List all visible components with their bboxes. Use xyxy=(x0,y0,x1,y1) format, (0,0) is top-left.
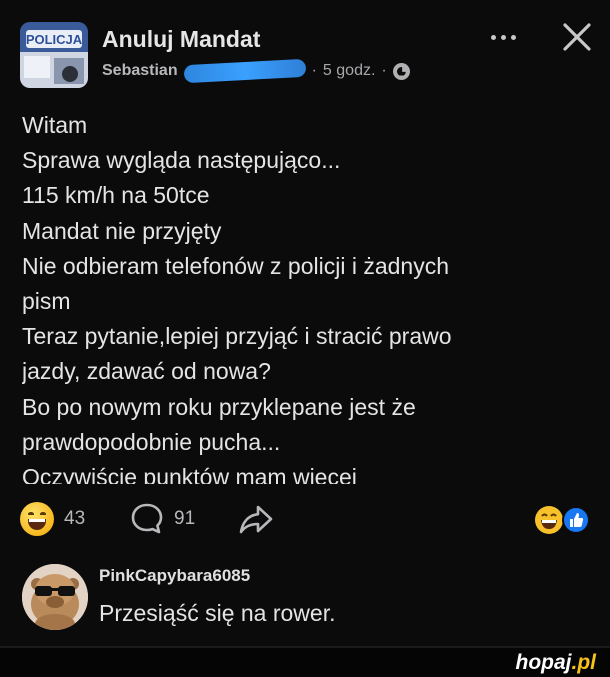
share-arrow-icon xyxy=(239,505,273,534)
post-time[interactable]: 5 godz. xyxy=(323,62,375,80)
comments-button[interactable]: 91 xyxy=(130,502,195,536)
author-name[interactable]: Sebastian xyxy=(102,62,178,80)
more-options-button[interactable] xyxy=(482,22,524,52)
globe-icon xyxy=(392,62,410,80)
capybara-avatar-image xyxy=(22,564,88,630)
post-line: Oczywiście punktów mam więcej xyxy=(22,464,357,484)
post-line: Sprawa wygląda następująco... xyxy=(22,147,341,174)
watermark-logo: hopaj .pl xyxy=(516,648,597,677)
post-line: Teraz pytanie,lepiej przyjąć i stracić p… xyxy=(22,323,452,350)
comments-count: 91 xyxy=(174,508,196,529)
meta-separator: · xyxy=(381,62,387,79)
group-thumbnail[interactable]: POLICJA xyxy=(20,22,88,88)
avatar[interactable] xyxy=(22,564,88,630)
post-line: Bo po nowym roku przyklepane jest że xyxy=(22,393,416,420)
post-body: Witam Sprawa wygląda następująco... 115 … xyxy=(22,108,592,484)
post-line: pism xyxy=(22,288,71,315)
reactions-count: 43 xyxy=(64,508,86,529)
reaction-summary[interactable] xyxy=(534,504,594,536)
like-icon xyxy=(562,506,590,534)
post-meta: Sebastian · 5 godz. · xyxy=(102,58,410,84)
post-line: Nie odbieram telefonów z policji i żadny… xyxy=(22,252,449,279)
post-line: Witam xyxy=(22,112,88,138)
close-icon xyxy=(563,23,591,51)
comment-bubble-icon xyxy=(131,503,163,534)
comment-username[interactable]: PinkCapybara6085 xyxy=(99,566,250,586)
meta-separator: · xyxy=(311,62,317,79)
redacted-surname xyxy=(183,58,306,84)
share-button[interactable] xyxy=(238,502,274,536)
haha-emoji-icon xyxy=(20,502,54,536)
facebook-post-screen: POLICJA Anuluj Mandat Sebastian · 5 godz… xyxy=(0,0,610,677)
reactions-button[interactable]: 43 xyxy=(20,502,85,536)
police-label: POLICJA xyxy=(26,32,83,47)
watermark-name: hopaj xyxy=(515,650,572,674)
group-title[interactable]: Anuluj Mandat xyxy=(102,26,260,53)
more-options-icon xyxy=(490,34,496,40)
comment-text: Przesiąść się na rower. xyxy=(99,600,336,626)
post-line: prawdopodobnie pucha... xyxy=(22,428,281,455)
post-line: Mandat nie przyjęty xyxy=(22,217,222,244)
post-actions: 43 91 xyxy=(0,496,610,542)
watermark-tld: .pl xyxy=(571,650,597,674)
post-header: POLICJA Anuluj Mandat Sebastian · 5 godz… xyxy=(0,0,610,100)
comment-item: PinkCapybara6085 Przesiąść się na rower. xyxy=(0,556,610,646)
haha-emoji-icon xyxy=(535,506,563,534)
police-car-image: POLICJA xyxy=(20,22,88,88)
post-line: 115 km/h na 50tce xyxy=(22,182,210,209)
post-line: jazdy, zdawać od nowa? xyxy=(22,358,271,385)
close-button[interactable] xyxy=(556,20,596,56)
